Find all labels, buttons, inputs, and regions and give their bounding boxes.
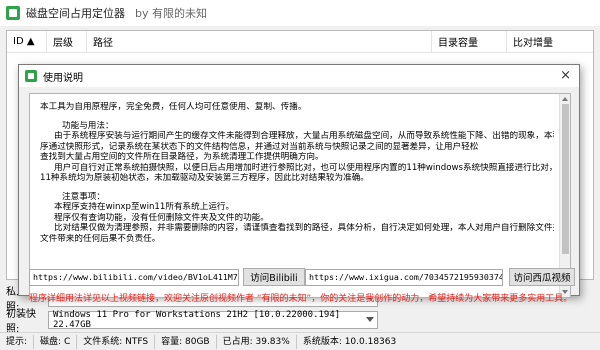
usage-text-line bbox=[40, 184, 554, 192]
bilibili-link-row: https://www.bilibili.com/video/BV1oL411M… bbox=[29, 268, 305, 286]
app-icon bbox=[6, 6, 20, 20]
initial-snapshot-select[interactable]: Windows 11 Pro for Workstations 21H2 [10… bbox=[48, 310, 378, 330]
initial-snapshot-value: Windows 11 Pro for Workstations 21H2 [10… bbox=[53, 310, 341, 330]
notice-text: 程序详细用法详见以上视频链接，欢迎关注原创视频作者 “有限的未知”，你的关注是我… bbox=[29, 294, 573, 304]
column-path[interactable]: 路径 bbox=[87, 31, 432, 52]
status-hint: 提示: bbox=[0, 334, 35, 349]
usage-text-line: 比对结果仅做为清理参照，并非需要删除的内容，请谨慎查看找到的路径，具体分析，自行… bbox=[54, 223, 554, 233]
usage-text-line: 查找到大量占用空间的文件所在目录路径，为系统清理工作提供明确方向。 bbox=[40, 152, 324, 162]
usage-text-line: 文件带来的任何后果不负责任。 bbox=[40, 233, 161, 244]
usage-text-line: 序通过快照形式，记录系统在某状态下的文件结构信息，并通过对当前系统与快照记录之间… bbox=[40, 141, 479, 152]
column-id[interactable]: ID ▲ bbox=[7, 31, 47, 52]
visit-ixigua-button[interactable]: 访问西瓜视频 bbox=[509, 268, 575, 286]
status-used: 已占用: 39.83% bbox=[217, 334, 297, 349]
status-bar: 提示: 磁盘: C 文件系统: NTFS 容量: 80GB 已占用: 39.83… bbox=[0, 332, 600, 350]
bilibili-url-field[interactable]: https://www.bilibili.com/video/BV1oL411M… bbox=[29, 268, 239, 286]
list-header: ID ▲ 层级 路径 目录容量 比对增量 bbox=[7, 31, 593, 53]
status-version: 系统版本: 10.0.18363 bbox=[302, 336, 397, 347]
dialog-title: 使用说明 bbox=[43, 72, 83, 84]
usage-text-line: 本程序支持在winxp至win11所有系统上运行。 bbox=[54, 202, 235, 212]
status-disk: 磁盘: C bbox=[34, 334, 78, 349]
chevron-down-icon bbox=[366, 317, 374, 322]
status-filesystem: 文件系统: NTFS bbox=[77, 334, 156, 349]
vertical-scrollbar[interactable] bbox=[559, 94, 570, 297]
initial-snapshot-label: 初装快照: bbox=[6, 309, 36, 335]
scroll-up-icon[interactable] bbox=[562, 97, 568, 101]
usage-text-line: 注意事项： bbox=[62, 191, 105, 202]
scroll-thumb[interactable] bbox=[562, 104, 569, 254]
visit-bilibili-button[interactable]: 访问Bilibili bbox=[243, 268, 305, 286]
app-title: 磁盘空间占用定位器 bbox=[26, 7, 125, 20]
usage-text-line: 程序仅有查询功能，没有任何删除文件夹及文件的功能。 bbox=[54, 212, 269, 223]
usage-text: 本工具为自用原程序，完全免费，任何人均可任意使用、复制、传播。功能与用法： 由于系… bbox=[30, 94, 560, 297]
ixigua-url-field[interactable]: https://www.ixigua.com/70345721959303746… bbox=[305, 268, 503, 286]
usage-dialog: 使用说明 × 本工具为自用原程序，完全免费，任何人均可任意使用、复制、传播。功能… bbox=[18, 64, 580, 304]
usage-text-line: 本工具为自用原程序，完全免费，任何人均可任意使用、复制、传播。 bbox=[40, 102, 307, 112]
column-size[interactable]: 目录容量 bbox=[432, 31, 507, 52]
column-level[interactable]: 层级 bbox=[47, 31, 87, 52]
main-title-bar: 磁盘空间占用定位器 by 有限的未知 bbox=[0, 0, 600, 26]
usage-text-line: 功能与用法： bbox=[62, 120, 114, 131]
usage-text-line: 由于系统程序安装与运行期间产生的缓存文件未能得到合理释放，大量占用系统磁盘空间，… bbox=[54, 131, 554, 141]
usage-text-line: 11种系统均为原装初始状态，未加载驱动及安装第三方程序，因此比对结果较为准确。 bbox=[40, 173, 369, 183]
dialog-app-icon bbox=[25, 70, 37, 82]
ixigua-link-row: https://www.ixigua.com/70345721959303746… bbox=[305, 268, 575, 286]
close-icon[interactable]: × bbox=[560, 68, 571, 83]
status-capacity: 容量: 80GB bbox=[155, 334, 217, 349]
column-increment[interactable]: 比对增量 bbox=[507, 31, 593, 52]
initial-snapshot-row: 初装快照: Windows 11 Pro for Workstations 21… bbox=[6, 305, 378, 335]
dialog-title-bar[interactable]: 使用说明 × bbox=[19, 65, 579, 87]
usage-text-line: 用户可自行对正常系统拍摄快照，以便日后占用增加时进行参照比对，也可以使用程序内置… bbox=[54, 162, 554, 173]
usage-text-line bbox=[40, 113, 554, 121]
app-author: by 有限的未知 bbox=[135, 7, 207, 20]
